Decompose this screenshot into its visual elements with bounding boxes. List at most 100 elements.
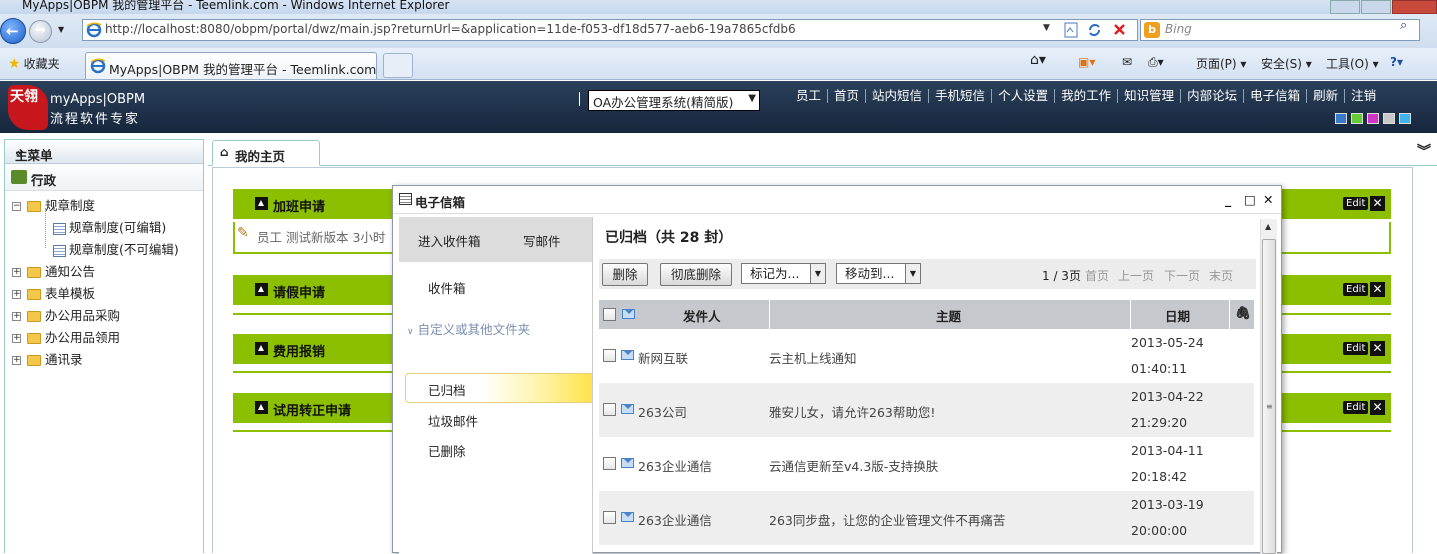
tree-item-rules-readonly[interactable]: 规章制度(不可编辑) bbox=[53, 239, 179, 258]
compose-button[interactable]: 写邮件 bbox=[523, 231, 561, 250]
nav-forum[interactable]: 内部论坛 bbox=[1180, 89, 1243, 103]
close-button[interactable] bbox=[1392, 0, 1437, 14]
close-icon[interactable]: ✕ bbox=[1370, 400, 1385, 415]
address-dropdown-icon[interactable]: ▼ bbox=[1043, 23, 1050, 33]
back-button[interactable]: ← bbox=[0, 18, 26, 44]
purge-button[interactable]: 彻底删除 bbox=[660, 263, 732, 286]
email-window-title-bar[interactable]: 电子信箱 _ □ ✕ bbox=[393, 186, 1281, 214]
tree-item-notices[interactable]: + 通知公告 bbox=[12, 261, 95, 280]
new-tab-button[interactable] bbox=[383, 53, 413, 78]
email-row[interactable]: 263企业通信 263同步盘，让您的企业管理文件不再痛苦 2013-03-19 … bbox=[599, 491, 1254, 545]
first-page-link[interactable]: 首页 bbox=[1085, 267, 1109, 284]
move-to-select[interactable]: 移动到... ▼ bbox=[836, 263, 921, 284]
row-checkbox[interactable] bbox=[603, 511, 616, 524]
theme-swatch[interactable] bbox=[1335, 113, 1347, 124]
collapse-arrow-icon[interactable] bbox=[255, 197, 268, 210]
edit-button[interactable]: Edit bbox=[1343, 197, 1369, 210]
tree-item-form-templates[interactable]: + 表单模板 bbox=[12, 283, 95, 302]
nav-logout[interactable]: 注销 bbox=[1344, 89, 1382, 103]
edit-button[interactable]: Edit bbox=[1343, 401, 1369, 414]
nav-refresh[interactable]: 刷新 bbox=[1306, 89, 1344, 103]
theme-swatch[interactable] bbox=[1399, 113, 1411, 124]
history-dropdown[interactable]: ▼ bbox=[58, 25, 64, 34]
favorites-button[interactable]: ★ 收藏夹 bbox=[8, 55, 60, 72]
expand-toggle-icon[interactable]: + bbox=[12, 356, 21, 365]
next-page-link[interactable]: 下一页 bbox=[1164, 267, 1200, 284]
collapse-arrow-icon[interactable] bbox=[255, 283, 268, 296]
theme-swatch[interactable] bbox=[1367, 113, 1379, 124]
close-icon[interactable]: ✕ bbox=[1370, 341, 1385, 356]
minimize-button[interactable] bbox=[1330, 0, 1360, 14]
safety-menu[interactable]: 安全(S) ▾ bbox=[1261, 55, 1312, 72]
nav-home[interactable]: 首页 bbox=[827, 89, 865, 103]
maximize-button[interactable] bbox=[1361, 0, 1391, 14]
email-row[interactable]: 263企业通信 云通信更新至v4.3版-支持换肤 2013-04-11 20:1… bbox=[599, 437, 1254, 491]
scroll-up-icon[interactable]: ▲ bbox=[1265, 222, 1271, 231]
tree-item-office-requisition[interactable]: + 办公用品领用 bbox=[12, 327, 120, 346]
rss-icon[interactable]: ▣▾ bbox=[1078, 55, 1095, 69]
edit-button[interactable]: Edit bbox=[1343, 283, 1369, 296]
sidebar-group-admin[interactable]: 行政 − bbox=[5, 164, 203, 191]
expand-toggle-icon[interactable]: + bbox=[12, 334, 21, 343]
email-scrollbar[interactable]: ▲ ≡ bbox=[1260, 219, 1277, 554]
maximize-icon[interactable]: □ bbox=[1244, 192, 1256, 207]
tree-item-office-purchase[interactable]: + 办公用品采购 bbox=[12, 305, 120, 324]
select-all-checkbox[interactable] bbox=[603, 308, 616, 321]
row-checkbox[interactable] bbox=[603, 349, 616, 362]
folder-deleted[interactable]: 已删除 bbox=[428, 441, 466, 460]
folder-archived[interactable]: 已归档 bbox=[428, 380, 466, 399]
refresh-icon[interactable] bbox=[1086, 22, 1103, 38]
collapse-icon[interactable]: « bbox=[15, 145, 197, 160]
close-icon[interactable]: ✕ bbox=[1370, 282, 1385, 297]
email-subject[interactable]: 263同步盘，让您的企业管理文件不再痛苦 bbox=[769, 510, 1005, 529]
email-subject[interactable]: 雅安儿女，请允许263帮助您! bbox=[769, 402, 935, 421]
nav-knowledge[interactable]: 知识管理 bbox=[1117, 89, 1180, 103]
mark-as-select[interactable]: 标记为... ▼ bbox=[741, 263, 826, 284]
minus-icon[interactable]: − bbox=[31, 166, 195, 184]
chevron-double-down-icon[interactable]: ︾ bbox=[1417, 141, 1431, 161]
print-icon[interactable]: ⎙▾ bbox=[1148, 55, 1164, 70]
email-row[interactable]: 263公司 雅安儿女，请允许263帮助您! 2013-04-22 21:29:2… bbox=[599, 383, 1254, 437]
minimize-icon[interactable]: _ bbox=[1225, 192, 1231, 207]
collapse-toggle-icon[interactable]: − bbox=[12, 202, 21, 211]
enter-inbox-button[interactable]: 进入收件箱 bbox=[418, 231, 481, 250]
page-menu[interactable]: 页面(P) ▾ bbox=[1196, 55, 1246, 72]
delete-button[interactable]: 删除 bbox=[602, 263, 648, 286]
stop-icon[interactable] bbox=[1111, 22, 1128, 38]
email-subject[interactable]: 云主机上线通知 bbox=[769, 348, 857, 367]
expand-toggle-icon[interactable]: + bbox=[12, 268, 21, 277]
close-icon[interactable]: ✕ bbox=[1370, 196, 1385, 211]
col-subject[interactable]: 主题 bbox=[936, 306, 961, 325]
tree-item-rules-editable[interactable]: 规章制度(可编辑) bbox=[53, 217, 166, 236]
last-page-link[interactable]: 末页 bbox=[1209, 267, 1233, 284]
close-icon[interactable]: ✕ bbox=[1263, 192, 1273, 207]
custom-folders-toggle[interactable]: ∨ 自定义或其他文件夹 bbox=[407, 319, 530, 338]
home-icon[interactable]: ⌂▾ bbox=[1030, 52, 1046, 68]
expand-toggle-icon[interactable]: + bbox=[12, 312, 21, 321]
tree-item-rules[interactable]: − 规章制度 bbox=[12, 195, 95, 214]
address-bar[interactable]: http://localhost:8080/obpm/portal/dwz/ma… bbox=[82, 19, 1138, 41]
tab-my-home[interactable]: ⌂ 我的主页 bbox=[212, 140, 320, 166]
row-checkbox[interactable] bbox=[603, 457, 616, 470]
nav-internal-message[interactable]: 站内短信 bbox=[865, 89, 928, 103]
search-input[interactable]: b Bing bbox=[1140, 19, 1420, 41]
nav-my-work[interactable]: 我的工作 bbox=[1054, 89, 1117, 103]
portlet-row[interactable]: 员工 测试新版本 3小时 bbox=[257, 227, 385, 246]
read-mail-icon[interactable]: ✉ bbox=[1122, 55, 1132, 69]
system-select[interactable]: OA办公管理系统(精简版) ▼ bbox=[588, 90, 760, 111]
prev-page-link[interactable]: 上一页 bbox=[1118, 267, 1154, 284]
expand-toggle-icon[interactable]: + bbox=[12, 290, 21, 299]
scroll-thumb[interactable]: ≡ bbox=[1262, 239, 1276, 554]
tab-obpm[interactable]: MyApps|OBPM 我的管理平台 - Teemlink.com bbox=[85, 52, 377, 79]
tools-menu[interactable]: 工具(O) ▾ bbox=[1326, 55, 1379, 72]
row-checkbox[interactable] bbox=[603, 403, 616, 416]
nav-email[interactable]: 电子信箱 bbox=[1243, 89, 1306, 103]
email-subject[interactable]: 云通信更新至v4.3版-支持换肤 bbox=[769, 456, 938, 475]
folder-inbox[interactable]: 收件箱 bbox=[428, 278, 466, 297]
theme-swatch[interactable] bbox=[1383, 113, 1395, 124]
forward-button[interactable]: → bbox=[29, 20, 52, 43]
edit-button[interactable]: Edit bbox=[1343, 342, 1369, 355]
nav-settings[interactable]: 个人设置 bbox=[991, 89, 1054, 103]
help-icon[interactable]: ?▾ bbox=[1390, 55, 1403, 69]
search-icon[interactable]: ⌕ bbox=[1400, 18, 1407, 33]
